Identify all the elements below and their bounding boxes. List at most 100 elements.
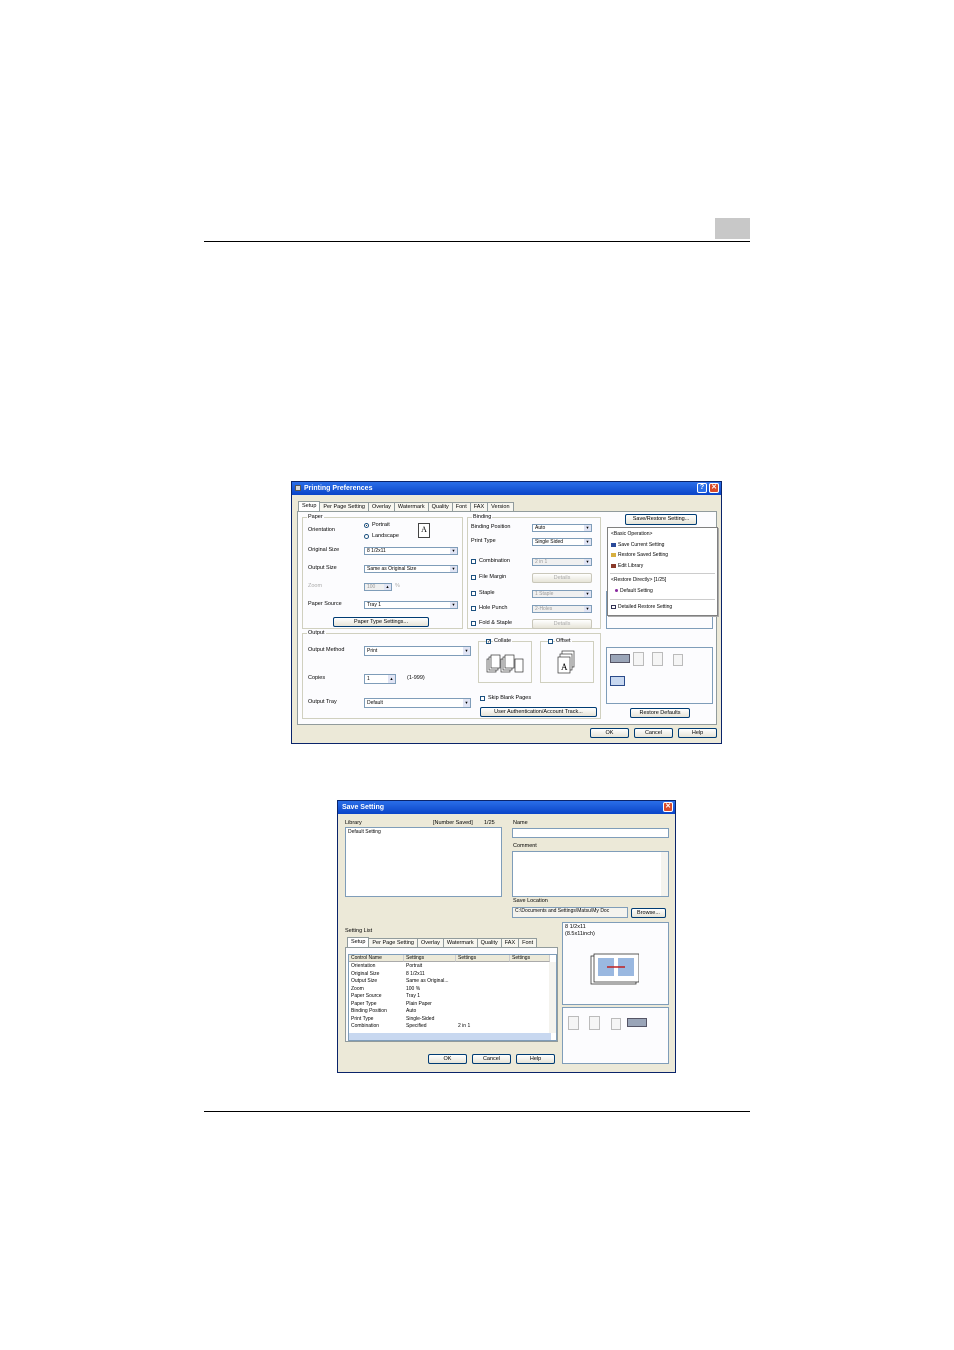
- tab-setup[interactable]: Setup: [298, 501, 321, 511]
- detailed-restore-icon: [611, 605, 616, 609]
- file-margin-checkbox[interactable]: [471, 575, 476, 580]
- output-group: Output Output Method Print ▼ Copies 1 ▲ (1…: [302, 630, 601, 719]
- tab-per-page-setting[interactable]: Per Page Setting: [368, 938, 418, 947]
- menu-save-current-setting[interactable]: Save Current Setting: [611, 542, 664, 548]
- tab-overlay[interactable]: Overlay: [416, 938, 444, 947]
- fold-staple-details-button[interactable]: Details: [532, 619, 592, 629]
- output-size-select[interactable]: Same as Original Size ▼: [364, 565, 458, 573]
- vertical-scrollbar[interactable]: [549, 962, 556, 1033]
- ok-button[interactable]: OK: [590, 728, 629, 738]
- print-type-select[interactable]: Single Sided ▼: [532, 538, 592, 546]
- tab-fax[interactable]: FAX: [500, 938, 520, 947]
- menu-restore-saved-setting[interactable]: Restore Saved Setting: [611, 552, 668, 558]
- portrait-label: Portrait: [372, 522, 390, 528]
- page-number-box: [715, 218, 750, 239]
- offset-group: Offset A: [540, 638, 594, 683]
- table-row-value: 100 %: [406, 985, 421, 992]
- original-size-select[interactable]: 8 1/2x11 ▼: [364, 547, 458, 555]
- menu-default-setting[interactable]: Default Setting: [615, 588, 653, 594]
- combination-icon: [568, 1016, 579, 1030]
- zoom-stepper[interactable]: 100 ▲: [364, 583, 392, 591]
- offset-checkbox[interactable]: [548, 639, 553, 644]
- tab-strip: Setup Per Page Setting Overlay Watermark Qua…: [298, 501, 514, 511]
- column-header[interactable]: Settings: [456, 955, 510, 962]
- binding-position-select[interactable]: Auto ▼: [532, 524, 592, 532]
- library-label: Library: [345, 820, 362, 826]
- user-authentication-button[interactable]: User Authentication/Account Track...: [480, 707, 597, 717]
- close-button[interactable]: ✕: [663, 802, 673, 812]
- comment-scrollbar[interactable]: [661, 852, 668, 896]
- tab-quality[interactable]: Quality: [476, 938, 502, 947]
- save-location-field[interactable]: C:\Documents and Settings\Matsu\My Doc: [512, 907, 628, 918]
- tab-setup[interactable]: Setup: [347, 937, 370, 947]
- tab-fax[interactable]: FAX: [469, 502, 489, 511]
- hole-punch-label: Hole Punch: [479, 605, 508, 611]
- collate-group: ✓ Collate: [478, 638, 532, 683]
- menu-edit-library[interactable]: Edit Library: [611, 563, 643, 569]
- horizontal-scrollbar[interactable]: [349, 1033, 551, 1040]
- collate-checkbox[interactable]: ✓: [486, 639, 491, 645]
- option-icons-panel: [606, 647, 713, 704]
- comment-label: Comment: [513, 843, 537, 849]
- column-header[interactable]: Settings: [510, 955, 550, 962]
- tab-font[interactable]: Font: [518, 938, 538, 947]
- portrait-radio[interactable]: [364, 523, 369, 528]
- staple-checkbox[interactable]: [471, 591, 476, 596]
- help-button[interactable]: Help: [678, 728, 717, 738]
- fold-staple-checkbox[interactable]: [471, 621, 476, 626]
- copies-stepper[interactable]: 1 ▲: [364, 674, 396, 684]
- browse-button[interactable]: Browse...: [631, 908, 666, 918]
- table-row-value: Tray 1: [406, 993, 420, 999]
- table-row-value: Plain Paper: [406, 1000, 432, 1007]
- cancel-button[interactable]: Cancel: [472, 1054, 511, 1064]
- tab-watermark[interactable]: Watermark: [393, 502, 429, 511]
- combination-checkbox[interactable]: [471, 559, 476, 564]
- tab-watermark[interactable]: Watermark: [442, 938, 478, 947]
- column-header[interactable]: Settings: [404, 955, 456, 962]
- table-row-name: Orientation: [351, 963, 376, 969]
- output-method-icon: [610, 654, 630, 663]
- save-restore-setting-button[interactable]: Save/Restore Setting...: [625, 514, 697, 525]
- save-location-label: Save Location: [513, 898, 548, 904]
- output-tray-select[interactable]: Default ▼: [364, 698, 471, 708]
- table-row-name: Combination: [351, 1023, 380, 1029]
- combination-select[interactable]: 2 in 1 ▼: [532, 558, 592, 566]
- ok-button[interactable]: OK: [428, 1054, 467, 1064]
- close-button[interactable]: ✕: [709, 483, 719, 493]
- title-bar: Save Setting ✕: [338, 801, 675, 814]
- library-item[interactable]: Default Setting: [348, 829, 381, 837]
- name-input[interactable]: [512, 828, 669, 838]
- column-header[interactable]: Control Name: [349, 955, 404, 962]
- open-folder-icon: [611, 553, 616, 557]
- tab-overlay[interactable]: Overlay: [367, 502, 395, 511]
- preview-page-image: [589, 952, 640, 986]
- landscape-radio[interactable]: [364, 534, 369, 539]
- file-margin-details-button[interactable]: Details: [532, 573, 592, 583]
- hole-punch-select[interactable]: 2-Holes ▼: [532, 605, 592, 613]
- tab-font[interactable]: Font: [451, 502, 471, 511]
- tab-version[interactable]: Version: [487, 502, 514, 511]
- help-button[interactable]: Help: [516, 1054, 555, 1064]
- cancel-button[interactable]: Cancel: [634, 728, 673, 738]
- output-group-label: Output: [307, 630, 326, 636]
- restore-defaults-button[interactable]: Restore Defaults: [630, 708, 690, 718]
- portrait-page-icon: A: [418, 523, 430, 538]
- paper-type-settings-button[interactable]: Paper Type Settings...: [333, 617, 429, 627]
- tab-quality[interactable]: Quality: [427, 502, 453, 511]
- staple-select[interactable]: 1 Staple ▼: [532, 590, 592, 598]
- skip-blank-pages-checkbox[interactable]: [480, 696, 485, 701]
- paper-source-select[interactable]: Tray 1 ▼: [364, 601, 458, 609]
- table-row-value: Specified: [406, 1023, 427, 1029]
- page-preview-panel: 8 1/2x11 (8.5x11inch): [562, 922, 669, 1005]
- header-rule: [204, 241, 750, 242]
- hole-punch-checkbox[interactable]: [471, 606, 476, 611]
- tab-per-page-setting[interactable]: Per Page Setting: [319, 502, 369, 511]
- help-title-button[interactable]: ?: [697, 483, 707, 493]
- dialog-title: Save Setting: [342, 804, 385, 811]
- library-list[interactable]: Default Setting: [345, 827, 502, 897]
- collate-pages-icon: [485, 651, 525, 677]
- name-label: Name: [513, 820, 528, 826]
- menu-detailed-restore-setting[interactable]: Detailed Restore Setting: [611, 604, 672, 610]
- comment-textarea[interactable]: [512, 851, 669, 897]
- output-method-select[interactable]: Print ▼: [364, 646, 471, 656]
